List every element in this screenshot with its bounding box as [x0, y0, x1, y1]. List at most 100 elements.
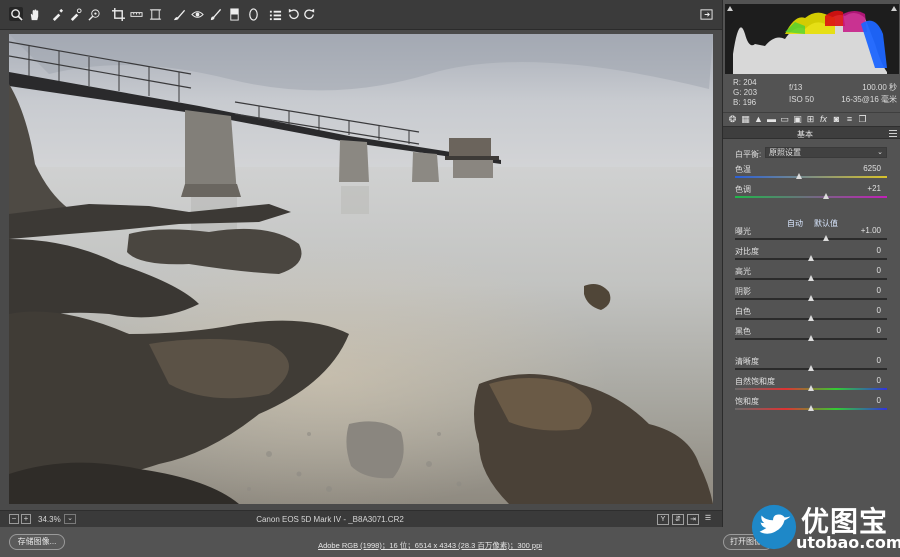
- mountain-icon: ▲: [754, 114, 763, 124]
- slider-saturation[interactable]: 饱和度 0: [735, 396, 887, 416]
- targeted-adjustment-tool[interactable]: [87, 7, 101, 21]
- red-eye-tool[interactable]: [190, 7, 204, 21]
- rotate-left-button[interactable]: [286, 7, 300, 21]
- swap-settings-button[interactable]: ⇵: [672, 514, 684, 525]
- slider-thumb[interactable]: [808, 275, 814, 281]
- image-canvas[interactable]: [0, 30, 722, 510]
- slider-value[interactable]: +1.00: [861, 226, 881, 235]
- slider-thumb[interactable]: [808, 315, 814, 321]
- spot-removal-tool[interactable]: [172, 7, 186, 21]
- slider-value[interactable]: 0: [877, 396, 881, 405]
- slider-value[interactable]: 0: [877, 286, 881, 295]
- slider-value[interactable]: 0: [877, 306, 881, 315]
- slider-tint[interactable]: 色调 +21: [735, 184, 887, 204]
- slider-value[interactable]: 0: [877, 246, 881, 255]
- status-bar: − + 34.3% ⌄ Canon EOS 5D Mark IV - _B8A3…: [0, 510, 722, 527]
- highlight-clipping-warning-icon[interactable]: [891, 6, 897, 11]
- white-balance-select[interactable]: 原照设置 ⌄: [765, 147, 887, 158]
- slider-exposure[interactable]: 曝光 +1.00: [735, 226, 887, 246]
- adjustment-brush-tool[interactable]: [208, 7, 222, 21]
- slider-thumb[interactable]: [808, 295, 814, 301]
- slider-contrast[interactable]: 对比度 0: [735, 246, 887, 266]
- slider-label: 色调: [735, 185, 751, 194]
- copy-settings-button[interactable]: ⇥: [687, 514, 699, 525]
- radial-filter-tool[interactable]: [246, 7, 260, 21]
- slider-track[interactable]: [735, 238, 887, 240]
- slider-clarity[interactable]: 清晰度 0: [735, 356, 887, 376]
- tab-tone-curve[interactable]: ▦: [740, 114, 751, 125]
- slider-thumb[interactable]: [795, 173, 802, 179]
- slider-thumb[interactable]: [808, 335, 814, 341]
- tab-effects[interactable]: fx: [818, 114, 829, 125]
- color-sampler-tool[interactable]: [68, 7, 82, 21]
- tab-lens[interactable]: ▣: [792, 114, 803, 125]
- white-balance-label: 白平衡:: [735, 150, 762, 159]
- presets-icon: ≡: [846, 114, 853, 124]
- default-link[interactable]: 默认值: [814, 218, 838, 229]
- slider-vibrance[interactable]: 自然饱和度 0: [735, 376, 887, 396]
- slider-thumb[interactable]: [808, 365, 814, 371]
- slider-value[interactable]: +21: [867, 184, 881, 193]
- transform-tool[interactable]: [148, 7, 162, 21]
- slider-highlights[interactable]: 高光 0: [735, 266, 887, 286]
- slider-track[interactable]: [735, 176, 887, 178]
- slider-value[interactable]: 0: [877, 376, 881, 385]
- white-balance-tool[interactable]: [50, 7, 64, 21]
- slider-temperature[interactable]: 色温 6250: [735, 164, 887, 184]
- slider-thumb[interactable]: [823, 193, 830, 199]
- preferences-button[interactable]: [268, 7, 282, 21]
- slider-thumb[interactable]: [808, 385, 814, 391]
- slider-label: 饱和度: [735, 397, 759, 406]
- fullscreen-toggle-button[interactable]: [700, 8, 714, 22]
- rotate-right-button[interactable]: [302, 7, 316, 21]
- crop-tool[interactable]: [111, 7, 125, 21]
- slider-shadows[interactable]: 阴影 0: [735, 286, 887, 306]
- slider-value[interactable]: 6250: [863, 164, 881, 173]
- tab-presets[interactable]: ≡: [844, 114, 855, 125]
- lens-icon: ▣: [793, 114, 802, 124]
- slider-thumb[interactable]: [808, 405, 814, 411]
- tab-transform[interactable]: ⊞: [805, 114, 816, 125]
- slider-value[interactable]: 0: [877, 356, 881, 365]
- aperture-icon: ❂: [728, 114, 737, 124]
- bird-logo-icon: [751, 504, 797, 550]
- slider-thumb[interactable]: [808, 255, 814, 261]
- long-exposure-seascape-photo: [9, 34, 713, 504]
- photo-preview[interactable]: [9, 34, 713, 504]
- tab-camera-calibration[interactable]: ◙: [831, 114, 842, 125]
- zoom-tool[interactable]: [9, 7, 23, 21]
- hand-icon: [30, 8, 38, 20]
- straighten-tool[interactable]: [129, 7, 143, 21]
- histogram: [725, 4, 899, 74]
- tab-snapshots[interactable]: ❐: [857, 114, 868, 125]
- crop-icon: [111, 7, 125, 21]
- rotate-ccw-icon: [288, 8, 299, 19]
- copy-arrow-icon: ⇥: [690, 516, 696, 523]
- slider-blacks[interactable]: 黑色 0: [735, 326, 887, 346]
- graduated-filter-tool[interactable]: [227, 7, 241, 21]
- eyedropper-icon: [52, 8, 63, 21]
- swap-icon: ⇵: [675, 516, 681, 523]
- chevron-down-icon: ⌄: [877, 149, 883, 156]
- slider-value[interactable]: 0: [877, 266, 881, 275]
- tab-detail[interactable]: ▲: [753, 114, 764, 125]
- brush-heal-icon: [173, 9, 185, 20]
- slider-thumb[interactable]: [823, 235, 830, 241]
- panel-tabs: ❂ ▦ ▲ ▬ ▭ ▣ ⊞ fx ◙ ≡ ❐: [723, 112, 900, 126]
- auto-link[interactable]: 自动: [787, 218, 803, 229]
- grid-icon: ⊞: [806, 114, 815, 124]
- hand-tool[interactable]: [27, 7, 41, 21]
- toolbar: [0, 0, 722, 30]
- slider-label: 色温: [735, 165, 751, 174]
- shadow-clipping-warning-icon[interactable]: [727, 6, 733, 11]
- before-after-view-button[interactable]: Y: [657, 514, 669, 525]
- watermark-url: utobao.com: [796, 533, 900, 552]
- slider-value[interactable]: 0: [877, 326, 881, 335]
- slider-track[interactable]: [735, 196, 887, 198]
- slider-whites[interactable]: 白色 0: [735, 306, 887, 326]
- tab-hsl[interactable]: ▬: [766, 114, 777, 125]
- tab-split-toning[interactable]: ▭: [779, 114, 790, 125]
- tab-basic[interactable]: ❂: [727, 114, 738, 125]
- view-settings-button[interactable]: ☰: [702, 514, 714, 525]
- menu-icon[interactable]: [889, 130, 897, 137]
